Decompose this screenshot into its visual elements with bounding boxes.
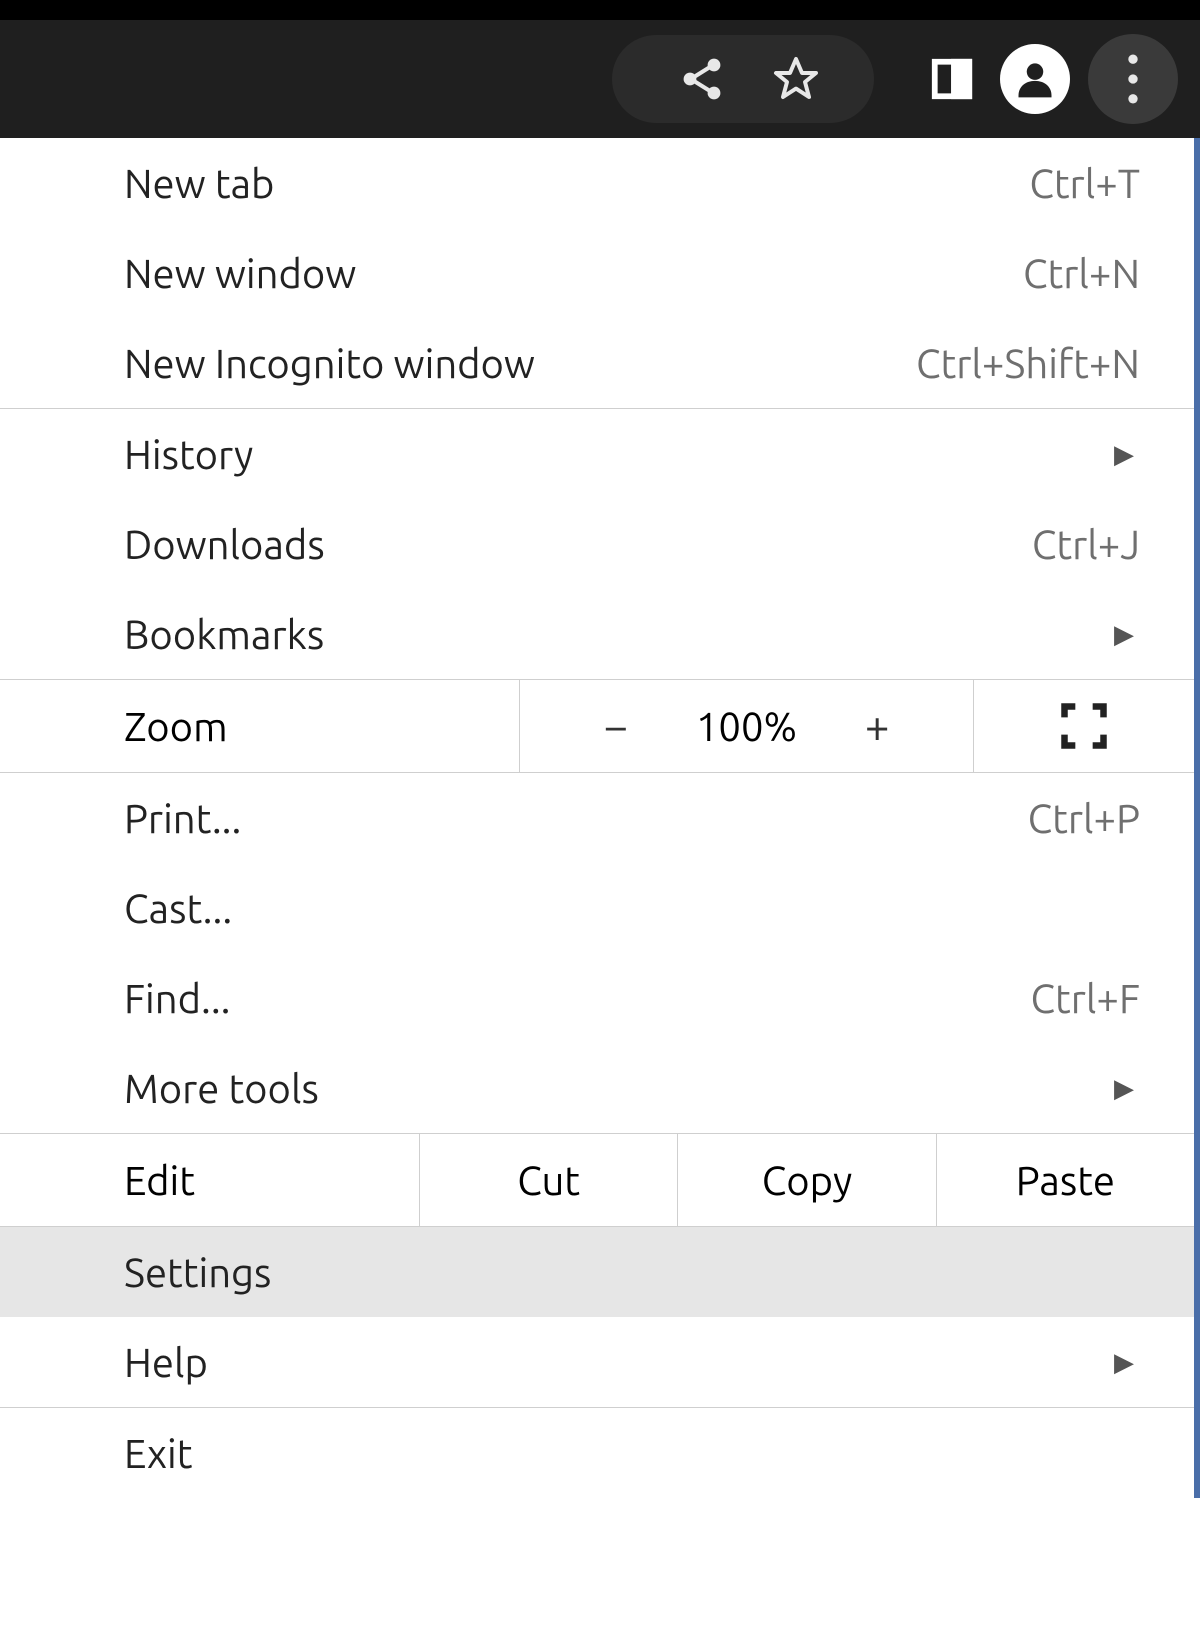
bookmark-star-icon[interactable] (766, 49, 826, 109)
fullscreen-icon (1058, 700, 1110, 752)
menu-item-shortcut: Ctrl+T (1029, 161, 1140, 206)
menu-item-label: New Incognito window (124, 341, 535, 386)
menu-item-label: Settings (124, 1250, 271, 1295)
edit-cut-button[interactable]: Cut (420, 1134, 678, 1226)
window-titlebar (0, 0, 1200, 20)
menu-item-more-tools[interactable]: More tools ▶ (0, 1043, 1194, 1133)
menu-item-shortcut: Ctrl+F (1031, 976, 1140, 1021)
fullscreen-button[interactable] (974, 680, 1194, 772)
menu-item-label: Downloads (124, 522, 325, 567)
menu-item-cast[interactable]: Cast... (0, 863, 1194, 953)
menu-item-label: Print... (124, 796, 241, 841)
menu-item-history[interactable]: History ▶ (0, 409, 1194, 499)
menu-item-exit[interactable]: Exit (0, 1408, 1194, 1498)
submenu-arrow-icon: ▶ (1114, 439, 1140, 470)
submenu-arrow-icon: ▶ (1114, 619, 1140, 650)
menu-item-label: Help (124, 1340, 208, 1385)
menu-item-shortcut: Ctrl+Shift+N (916, 341, 1140, 386)
edit-paste-button[interactable]: Paste (937, 1134, 1194, 1226)
menu-item-print[interactable]: Print... Ctrl+P (0, 773, 1194, 863)
menu-item-edit: Edit Cut Copy Paste (0, 1133, 1194, 1227)
omnibox-actions (612, 35, 874, 123)
zoom-out-button[interactable]: − (586, 702, 646, 751)
menu-item-shortcut: Ctrl+N (1023, 251, 1140, 296)
menu-item-downloads[interactable]: Downloads Ctrl+J (0, 499, 1194, 589)
kebab-menu-button[interactable] (1088, 34, 1178, 124)
menu-item-label: New window (124, 251, 356, 296)
edit-copy-button[interactable]: Copy (678, 1134, 936, 1226)
menu-item-label: History (124, 432, 253, 477)
menu-item-zoom: Zoom − 100% + (0, 679, 1194, 773)
submenu-arrow-icon: ▶ (1114, 1347, 1140, 1378)
menu-item-label: New tab (124, 161, 274, 206)
zoom-value: 100% (696, 704, 797, 749)
menu-item-label: More tools (124, 1066, 319, 1111)
share-icon[interactable] (672, 49, 732, 109)
zoom-in-button[interactable]: + (847, 702, 907, 751)
menu-item-find[interactable]: Find... Ctrl+F (0, 953, 1194, 1043)
zoom-controls: − 100% + (520, 680, 974, 772)
menu-item-bookmarks[interactable]: Bookmarks ▶ (0, 589, 1194, 679)
zoom-label: Zoom (0, 680, 520, 772)
edit-label: Edit (0, 1134, 420, 1226)
profile-avatar-icon[interactable] (1000, 44, 1070, 114)
menu-item-settings[interactable]: Settings (0, 1227, 1194, 1317)
menu-item-label: Bookmarks (124, 612, 324, 657)
menu-item-new-window[interactable]: New window Ctrl+N (0, 228, 1194, 318)
browser-toolbar (0, 20, 1200, 138)
menu-item-label: Cast... (124, 886, 232, 931)
menu-item-label: Find... (124, 976, 231, 1021)
menu-item-shortcut: Ctrl+P (1028, 796, 1140, 841)
overflow-menu: New tab Ctrl+T New window Ctrl+N New Inc… (0, 138, 1200, 1498)
menu-item-label: Exit (124, 1431, 192, 1476)
submenu-arrow-icon: ▶ (1114, 1073, 1140, 1104)
menu-item-new-tab[interactable]: New tab Ctrl+T (0, 138, 1194, 228)
menu-item-shortcut: Ctrl+J (1032, 522, 1140, 567)
side-panel-icon[interactable] (922, 49, 982, 109)
menu-item-new-incognito[interactable]: New Incognito window Ctrl+Shift+N (0, 318, 1194, 408)
menu-item-help[interactable]: Help ▶ (0, 1317, 1194, 1407)
